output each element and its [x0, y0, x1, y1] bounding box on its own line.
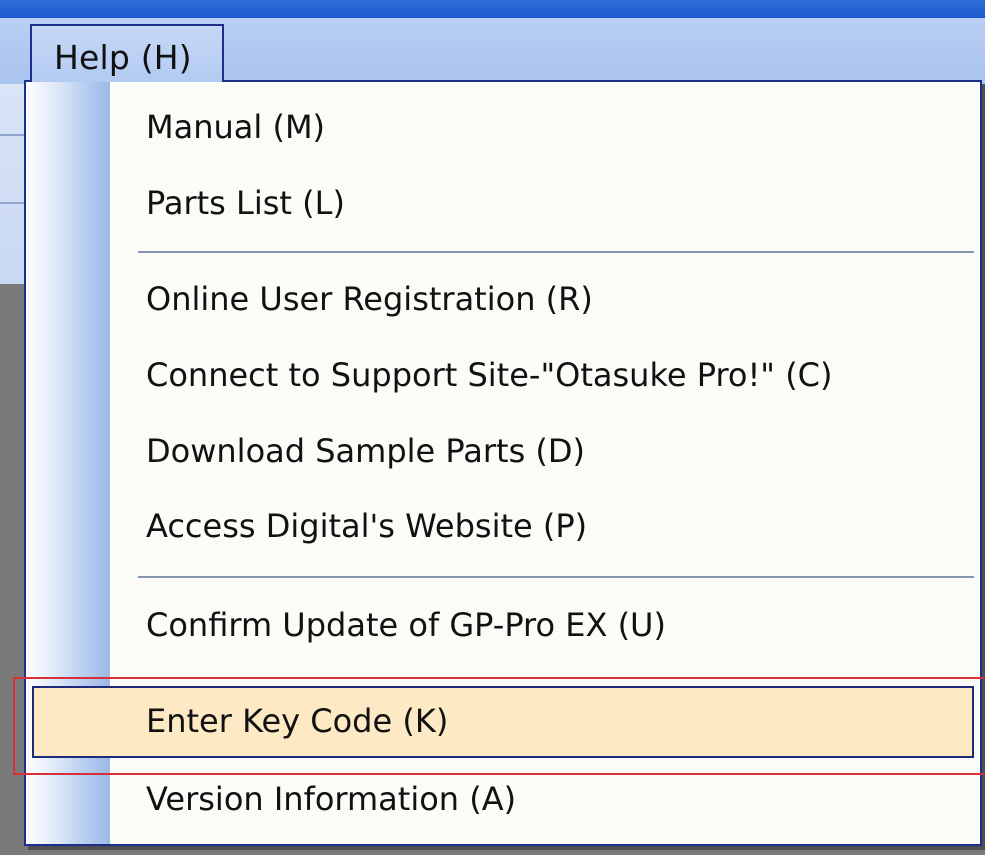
menu-item-version-information[interactable]: Version Information (A) [146, 780, 516, 818]
menu-separator [138, 576, 974, 578]
menu-item-confirm-update[interactable]: Confirm Update of GP-Pro EX (U) [146, 606, 666, 644]
menu-item-manual[interactable]: Manual (M) [146, 108, 325, 146]
annotation-highlight-box [13, 677, 985, 775]
help-menu-header[interactable]: Help (H) [30, 24, 224, 82]
menu-item-online-user-registration[interactable]: Online User Registration (R) [146, 280, 593, 318]
menu-item-connect-support-site[interactable]: Connect to Support Site-"Otasuke Pro!" (… [146, 356, 833, 394]
menu-item-access-website[interactable]: Access Digital's Website (P) [146, 507, 587, 545]
menu-item-parts-list[interactable]: Parts List (L) [146, 184, 345, 222]
help-menu-title: Help (H) [54, 38, 192, 77]
menu-separator [138, 251, 974, 253]
menu-item-download-sample-parts[interactable]: Download Sample Parts (D) [146, 432, 585, 470]
window-title-bar [0, 0, 985, 18]
